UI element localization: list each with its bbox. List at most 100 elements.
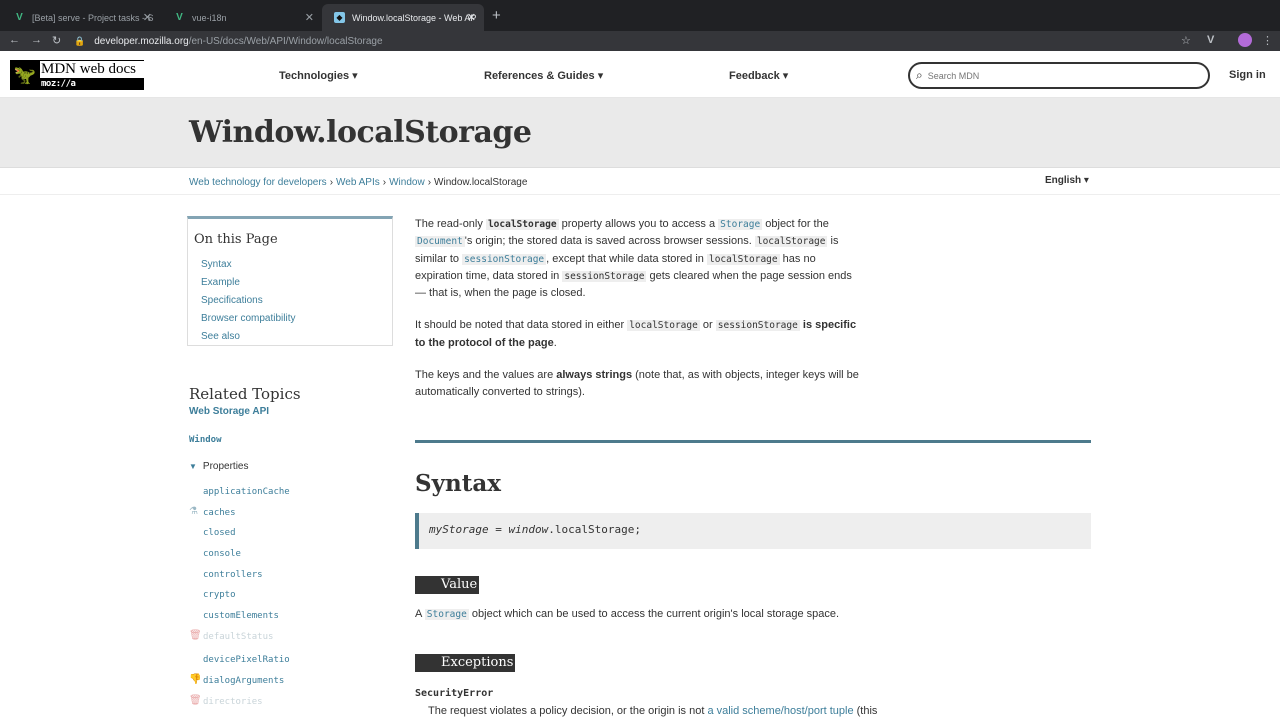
experimental-flask-icon: ⚗ xyxy=(189,506,198,517)
browser-tab-bar: V [Beta] serve - Project tasks - S ✕ V v… xyxy=(0,0,1280,31)
document-link[interactable]: Document xyxy=(415,236,465,248)
title-band: Window.localStorage xyxy=(0,98,1280,168)
prop-crypto[interactable]: crypto xyxy=(203,590,236,600)
web-storage-api-link[interactable]: Web Storage API xyxy=(189,406,269,417)
mdn-header: 🦖 MDN web docs moz://a Technologies ▾ Re… xyxy=(0,51,1280,98)
mozilla-wordmark: moz://a xyxy=(41,79,76,89)
security-error-description: The request violates a policy decision, … xyxy=(428,705,878,717)
security-error-name: SecurityError xyxy=(415,688,494,699)
new-tab-icon[interactable]: + xyxy=(492,7,501,24)
strings-paragraph: The keys and the values are always strin… xyxy=(415,369,859,399)
exceptions-heading: Exceptions xyxy=(415,654,516,672)
thumbs-down-icon: 👎 xyxy=(189,674,202,685)
vue-icon: V xyxy=(176,12,183,23)
logo-text: MDN web docs xyxy=(40,61,144,78)
deprecated-trash-icon: 🗑 xyxy=(189,630,202,641)
storage-link[interactable]: Storage xyxy=(718,219,763,230)
search-box: ⌕ xyxy=(908,62,1210,89)
sign-in-link[interactable]: Sign in xyxy=(1229,69,1266,81)
syntax-heading: Syntax xyxy=(415,470,501,497)
tab-title: Window.localStorage - Web AP xyxy=(352,12,477,23)
search-icon: ⌕ xyxy=(916,68,923,82)
prop-applicationcache[interactable]: applicationCache xyxy=(203,487,290,497)
dinosaur-icon: 🦖 xyxy=(13,64,37,85)
breadcrumb-window[interactable]: Window xyxy=(389,177,425,188)
profile-avatar[interactable] xyxy=(1238,33,1252,47)
prop-customelements[interactable]: customElements xyxy=(203,611,279,621)
vue-devtools-icon[interactable]: V xyxy=(1207,34,1214,46)
browser-tab-project-tasks[interactable]: V [Beta] serve - Project tasks - S ✕ xyxy=(0,4,160,31)
menu-kebab-icon[interactable]: ⋮ xyxy=(1262,34,1273,47)
nav-feedback[interactable]: Feedback ▾ xyxy=(729,69,788,82)
breadcrumb-bar: Web technology for developers › Web APIs › W… xyxy=(0,169,1280,195)
tab-title: [Beta] serve - Project tasks - S xyxy=(32,12,154,23)
scheme-host-port-link[interactable]: a valid scheme/host/port tuple xyxy=(707,705,853,717)
toc-link-example[interactable]: Example xyxy=(201,277,240,288)
close-tab-icon[interactable]: ✕ xyxy=(467,11,476,24)
prop-devicepixelratio[interactable]: devicePixelRatio xyxy=(203,655,290,665)
language-selector[interactable]: English ▾ xyxy=(1045,175,1089,186)
breadcrumb: Web technology for developers › Web APIs › W… xyxy=(189,177,527,188)
properties-toggle[interactable]: ▼ Properties xyxy=(189,461,249,472)
value-description: A Storage object which can be used to ac… xyxy=(415,608,840,620)
browser-tab-localstorage[interactable]: ◆ Window.localStorage - Web AP ✕ xyxy=(322,4,484,31)
toc-heading: On this Page xyxy=(194,232,278,247)
code-localstorage: localStorage xyxy=(485,219,559,230)
lock-icon: 🔒 xyxy=(74,35,86,46)
toc-link-specifications[interactable]: Specifications xyxy=(201,295,263,306)
forward-icon[interactable]: → xyxy=(31,34,42,46)
protocol-paragraph: It should be noted that data stored in e… xyxy=(415,319,857,349)
prop-console[interactable]: console xyxy=(203,549,241,559)
intro-paragraph: The read-only localStorage property allo… xyxy=(415,218,852,300)
close-tab-icon[interactable]: ✕ xyxy=(305,11,314,24)
storage-link[interactable]: Storage xyxy=(424,609,469,620)
code-localstorage: localStorage xyxy=(706,253,780,265)
sessionstorage-link[interactable]: sessionStorage xyxy=(462,253,547,265)
properties-label: Properties xyxy=(202,461,249,472)
on-this-page-box: On this Page Syntax Example Specificatio… xyxy=(187,216,393,346)
article-body: The read-only localStorage property allo… xyxy=(415,216,865,417)
code-sessionstorage: sessionStorage xyxy=(562,270,647,282)
prop-directories[interactable]: directories xyxy=(203,697,263,707)
breadcrumb-separator: › xyxy=(382,177,387,188)
breadcrumb-separator: › xyxy=(427,177,432,188)
url-path: /en-US/docs/Web/API/Window/localStorage xyxy=(188,35,383,47)
toc-link-see-also[interactable]: See also xyxy=(201,331,240,342)
prop-defaultstatus[interactable]: defaultStatus xyxy=(203,632,273,642)
address-bar: ← → ↻ 🔒 developer.mozilla.org/en-US/docs… xyxy=(0,31,1280,51)
search-input[interactable] xyxy=(927,70,1188,81)
prop-controllers[interactable]: controllers xyxy=(203,570,263,580)
bookmark-star-icon[interactable]: ☆ xyxy=(1181,34,1191,47)
prop-caches[interactable]: caches xyxy=(203,508,236,518)
browser-tab-vue-i18n[interactable]: V vue-i18n ✕ xyxy=(160,4,322,31)
window-link[interactable]: Window xyxy=(189,435,222,445)
syntax-code-block: myStorage = window.localStorage; xyxy=(415,513,1091,549)
mdn-logo[interactable]: 🦖 MDN web docs moz://a xyxy=(10,60,144,90)
tab-title: vue-i18n xyxy=(192,12,227,23)
deprecated-trash-icon: 🗑 xyxy=(189,695,202,706)
toc-link-browser-compat[interactable]: Browser compatibility xyxy=(201,313,295,324)
code-localstorage: localStorage xyxy=(627,320,700,332)
toc-link-syntax[interactable]: Syntax xyxy=(201,259,232,270)
triangle-down-icon: ▼ xyxy=(189,462,197,471)
code-sessionstorage: sessionStorage xyxy=(715,320,800,332)
prop-dialogarguments[interactable]: dialogArguments xyxy=(203,676,284,686)
prop-closed[interactable]: closed xyxy=(203,528,236,538)
vue-icon: V xyxy=(16,12,23,23)
section-divider xyxy=(415,440,1091,443)
close-tab-icon[interactable]: ✕ xyxy=(143,11,152,24)
related-topics-heading: Related Topics xyxy=(189,385,301,403)
nav-references-guides[interactable]: References & Guides ▾ xyxy=(484,69,603,82)
page-title: Window.localStorage xyxy=(189,115,532,150)
breadcrumb-web-apis[interactable]: Web APIs xyxy=(336,177,380,188)
url-field[interactable]: 🔒 developer.mozilla.org/en-US/docs/Web/A… xyxy=(74,33,1198,49)
breadcrumb-current: Window.localStorage xyxy=(434,177,528,188)
breadcrumb-separator: › xyxy=(329,177,334,188)
mdn-favicon-icon: ◆ xyxy=(334,12,345,23)
breadcrumb-web-tech[interactable]: Web technology for developers xyxy=(189,177,327,188)
back-icon[interactable]: ← xyxy=(9,34,20,46)
reload-icon[interactable]: ↻ xyxy=(52,34,61,47)
nav-technologies[interactable]: Technologies ▾ xyxy=(279,69,358,82)
value-heading: Value xyxy=(415,576,480,594)
url-host: developer.mozilla.org xyxy=(94,35,189,47)
